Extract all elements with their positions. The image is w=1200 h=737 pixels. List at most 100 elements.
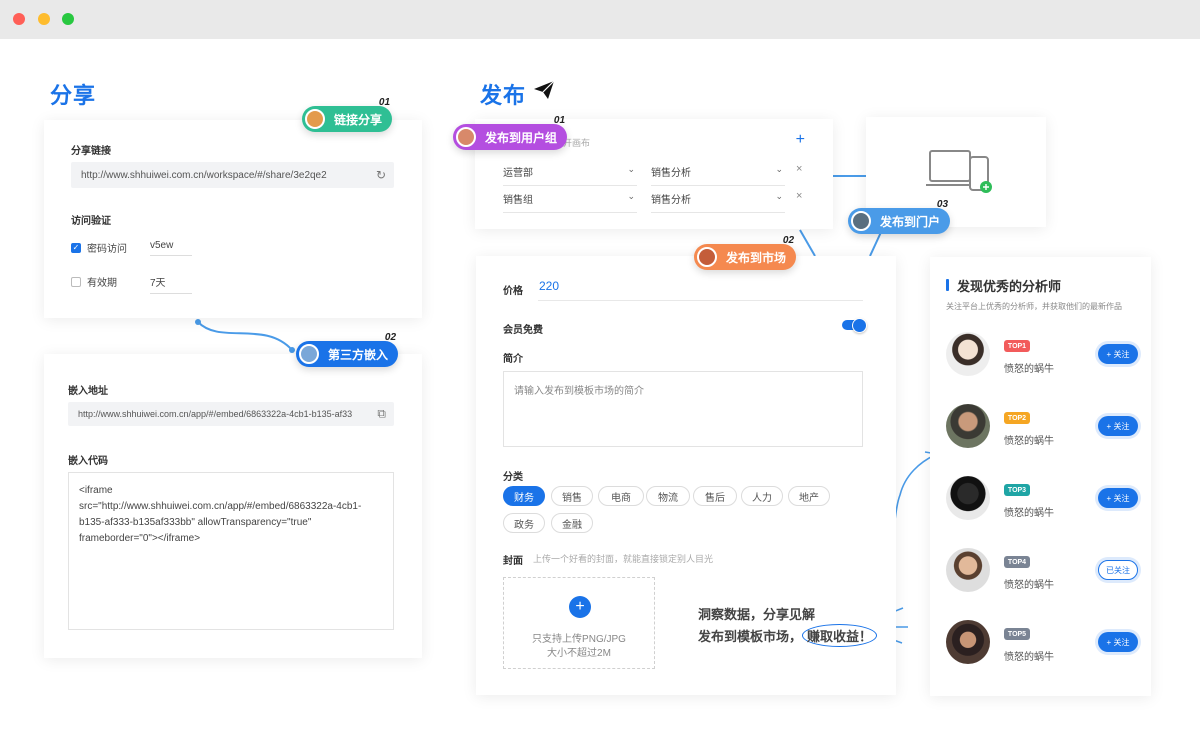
avatar (946, 620, 990, 664)
publish-to-market-tag-num: 02 (782, 235, 795, 246)
category-chip-aftersales[interactable]: 售后 (693, 486, 737, 506)
remove-row-1-button[interactable]: × (796, 163, 802, 175)
view-select-1-value: 销售分析 (651, 168, 691, 179)
avatar (456, 127, 476, 147)
rank-badge: TOP2 (1004, 412, 1030, 424)
publish-to-portal-tag-label: 发布到门户 (880, 214, 941, 229)
third-party-embed-tag: 第三方嵌入 02 (296, 332, 399, 367)
analyst-name: 愤怒的蜗牛 (1004, 508, 1054, 519)
embed-address-label: 嵌入地址 (68, 386, 108, 397)
publish-to-market-tag-label: 发布到市场 (726, 250, 787, 265)
cover-upload-area[interactable]: + 只支持上传PNG/JPG 大小不超过2M (503, 577, 655, 669)
category-chip-banking[interactable]: 金融 (551, 513, 593, 533)
avatar (299, 344, 319, 364)
publish-to-market-tag: 发布到市场 02 (694, 235, 797, 270)
share-link-label: 分享链接 (71, 146, 111, 157)
price-label: 价格 (503, 286, 523, 297)
cover-label: 封面 (503, 556, 523, 567)
category-chip-realestate[interactable]: 地产 (788, 486, 830, 506)
follow-button[interactable]: + 关注 (1098, 488, 1138, 508)
rank-badge: TOP5 (1004, 628, 1030, 640)
cover-hint: 上传一个好看的封面，就能直接锁定别人目光 (533, 554, 714, 564)
follow-button[interactable]: + 关注 (1098, 416, 1138, 436)
share-link-card: 分享链接 http://www.shhuiwei.com.cn/workspac… (44, 120, 422, 318)
avatar (305, 109, 325, 129)
validity-checkbox-row[interactable]: 有效期 (71, 274, 117, 289)
slogan-line-2-text: 发布到模板市场， (698, 629, 803, 644)
category-chip-ecommerce[interactable]: 电商 (598, 486, 644, 506)
publish-to-portal-tag: 发布到门户 03 (848, 199, 951, 234)
embed-address-url: http://www.shhuiwei.com.cn/app/#/embed/6… (78, 409, 353, 419)
validity-label: 有效期 (87, 278, 117, 289)
validity-input[interactable]: 7天 (150, 274, 192, 294)
password-label: 密码访问 (87, 244, 127, 255)
analysts-subtitle: 关注平台上优秀的分析师，并获取他们的最新作品 (946, 302, 1122, 311)
intro-label: 简介 (503, 354, 523, 365)
category-chip-sales[interactable]: 销售 (551, 486, 593, 506)
embed-code-label: 嵌入代码 (68, 456, 108, 467)
analysts-title: 发现优秀的分析师 (957, 279, 1062, 294)
publish-to-group-tag: 发布到用户组 01 (453, 115, 568, 150)
following-button[interactable]: 已关注 (1098, 560, 1138, 580)
publish-section-title: 发布 (480, 83, 527, 108)
avatar (851, 211, 871, 231)
view-select-2-value: 销售分析 (651, 195, 691, 206)
remove-row-2-button[interactable]: × (796, 190, 802, 202)
devices-icon (926, 150, 992, 193)
chevron-down-icon: ⌄ (775, 191, 783, 201)
slogan-highlight: 赚取收益！ (802, 624, 878, 647)
upload-hint-1: 只支持上传PNG/JPG (532, 634, 626, 645)
analyst-name: 愤怒的蜗牛 (1004, 364, 1054, 375)
view-select-2[interactable]: 销售分析 ⌄ (651, 191, 785, 213)
embed-code-textarea[interactable]: <iframe src="http://www.shhuiwei.com.cn/… (68, 472, 394, 630)
group-select-2[interactable]: 销售组 ⌄ (503, 191, 637, 213)
publish-to-group-tag-num: 01 (553, 115, 566, 126)
category-label: 分类 (503, 472, 523, 483)
group-select-2-value: 销售组 (503, 195, 533, 206)
paper-plane-icon (534, 80, 555, 99)
category-chip-logistics[interactable]: 物流 (646, 486, 690, 506)
group-select-1[interactable]: 运营部 ⌄ (503, 164, 637, 186)
rank-badge: TOP3 (1004, 484, 1030, 496)
rank-badge: TOP4 (1004, 556, 1030, 568)
publish-to-portal-tag-num: 03 (936, 199, 949, 210)
intro-textarea[interactable]: 请输入发布到模板市场的简介 (503, 371, 863, 447)
avatar (946, 476, 990, 520)
copy-icon[interactable]: ⧉ (377, 407, 386, 422)
rank-badge: TOP1 (1004, 340, 1030, 352)
embed-card: 嵌入地址 http://www.shhuiwei.com.cn/app/#/em… (44, 354, 422, 658)
analyst-name: 愤怒的蜗牛 (1004, 580, 1054, 591)
third-party-embed-tag-label: 第三方嵌入 (328, 347, 389, 362)
publish-to-group-tag-label: 发布到用户组 (485, 130, 558, 145)
validity-checkbox[interactable] (71, 276, 81, 287)
password-input[interactable]: v5ew (150, 240, 192, 256)
embed-address-field[interactable]: http://www.shhuiwei.com.cn/app/#/embed/6… (68, 402, 394, 426)
avatar (697, 247, 717, 267)
analyst-name: 愤怒的蜗牛 (1004, 436, 1054, 447)
add-group-button[interactable]: + (796, 131, 805, 149)
slogan-line-1: 洞察数据，分享见解 (698, 607, 816, 622)
follow-button[interactable]: + 关注 (1098, 632, 1138, 652)
upload-hint-2: 大小不超过2M (547, 648, 611, 659)
chevron-down-icon: ⌄ (627, 164, 635, 174)
member-free-toggle[interactable] (842, 318, 867, 333)
analyst-name: 愤怒的蜗牛 (1004, 652, 1054, 663)
category-chip-hr[interactable]: 人力 (741, 486, 783, 506)
access-verify-label: 访问验证 (71, 216, 111, 227)
view-select-1[interactable]: 销售分析 ⌄ (651, 164, 785, 186)
refresh-icon[interactable]: ↻ (376, 168, 386, 182)
link-share-tag: 链接分享 01 (302, 97, 393, 132)
price-input[interactable]: 220 (539, 279, 559, 293)
share-link-field[interactable]: http://www.shhuiwei.com.cn/workspace/#/s… (71, 162, 394, 188)
password-checkbox-row[interactable]: ✓ 密码访问 (71, 240, 127, 255)
follow-button[interactable]: + 关注 (1098, 344, 1138, 364)
category-chip-finance[interactable]: 财务 (503, 486, 545, 506)
upload-plus-icon[interactable]: + (569, 596, 591, 618)
divider (538, 300, 863, 301)
category-chip-government[interactable]: 政务 (503, 513, 545, 533)
avatar (946, 332, 990, 376)
share-section-title: 分享 (50, 83, 97, 108)
password-checkbox[interactable]: ✓ (71, 242, 81, 253)
chevron-down-icon: ⌄ (627, 191, 635, 201)
avatar (946, 404, 990, 448)
